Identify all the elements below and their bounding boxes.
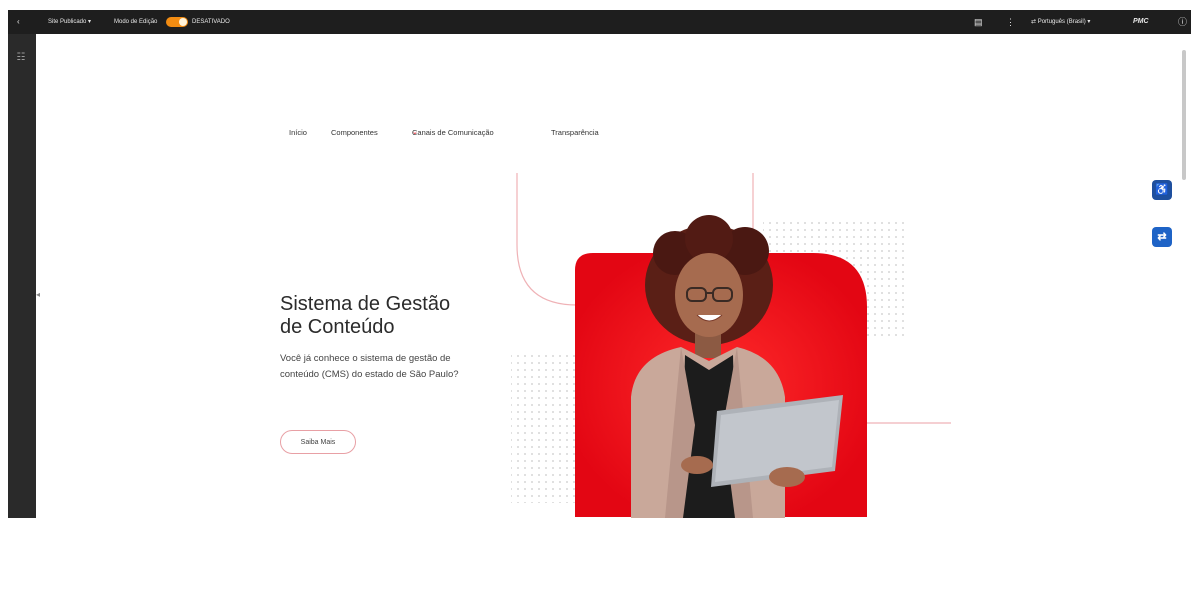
toggle-knob (179, 18, 187, 26)
nav-item-componentes[interactable]: Componentes (331, 128, 378, 137)
chevron-down-icon: ▾ (88, 19, 92, 25)
hero-title-line1: Sistema de Gestão (280, 293, 451, 315)
hero-description: Você já conhece o sistema de gestão de c… (280, 353, 459, 380)
hero-title: Sistema de Gestão de Conteúdo (280, 293, 500, 339)
left-sidebar: ☷ (8, 34, 36, 518)
chevron-down-icon: ⌄ (412, 129, 418, 136)
scrollbar[interactable] (1180, 42, 1188, 517)
site-selector[interactable]: Site Publicado ▾ (48, 10, 91, 34)
chevron-down-icon: ▾ (1087, 19, 1091, 25)
edit-mode-state: DESATIVADO (192, 19, 230, 25)
admin-toolbar: ‹ Site Publicado ▾ Modo de Edição DESATI… (8, 10, 1191, 34)
nav-item-inicio[interactable]: Início (289, 128, 307, 137)
scrollbar-thumb[interactable] (1182, 50, 1186, 180)
hero-title-line2: de Conteúdo (280, 316, 395, 338)
layout-icon[interactable]: ☷ (15, 52, 27, 64)
info-icon[interactable]: ⓘ (1178, 10, 1187, 34)
saiba-mais-button[interactable]: Saiba Mais (280, 430, 356, 454)
translate-icon[interactable]: ⇄ (1152, 227, 1172, 247)
nav-item-canais-label: Canais de Comunicação (412, 128, 494, 137)
brand-logo: PMC (1133, 18, 1149, 25)
more-icon[interactable]: ⋮ (1006, 10, 1015, 34)
language-selector[interactable]: ⇄ Português (Brasil) ▾ (1031, 10, 1090, 34)
nav-item-transparencia[interactable]: Transparência (551, 128, 599, 137)
chevron-left-icon[interactable]: ‹ (17, 10, 20, 34)
translate-small-icon: ⇄ (1031, 19, 1037, 25)
hero-illustration (511, 173, 951, 518)
edit-mode-toggle[interactable] (166, 17, 188, 27)
edit-mode-label: Modo de Edição (114, 19, 158, 25)
accessibility-icon[interactable]: ♿ (1152, 180, 1172, 200)
resize-handle-icon[interactable]: ◂ (36, 290, 44, 299)
site-selector-label: Site Publicado (48, 19, 87, 25)
language-label: Português (Brasil) (1037, 19, 1086, 25)
page-icon[interactable]: ▤ (974, 10, 983, 34)
